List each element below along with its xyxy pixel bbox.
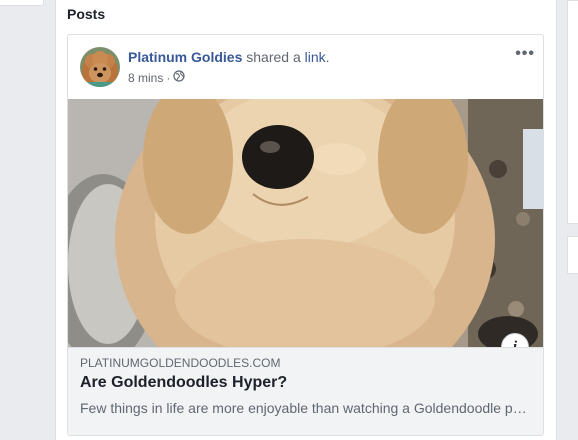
right-column-card: [567, 0, 578, 224]
left-column-card: [0, 0, 44, 6]
section-title: Posts: [67, 6, 106, 22]
puppy-photo: [68, 99, 543, 347]
link-description: Few things in life are more enjoyable th…: [80, 400, 530, 416]
action-text: shared a: [246, 49, 301, 65]
link-preview-footer[interactable]: PLATINUMGOLDENDOODLES.COM Are Goldendood…: [68, 347, 543, 435]
meta-separator: ·: [166, 70, 171, 85]
more-options-icon[interactable]: •••: [515, 45, 535, 63]
post-card: Platinum Goldies shared a link. 8 mins ·…: [67, 34, 544, 436]
globe-icon[interactable]: [173, 70, 185, 85]
right-column-card-lower: [567, 236, 578, 274]
timestamp[interactable]: 8 mins: [128, 71, 163, 85]
action-period: .: [325, 49, 330, 65]
avatar[interactable]: [80, 47, 120, 87]
post-header: Platinum Goldies shared a link.: [128, 49, 330, 65]
link-domain: PLATINUMGOLDENDOODLES.COM: [80, 356, 281, 370]
author-name[interactable]: Platinum Goldies: [128, 49, 242, 65]
link-title[interactable]: Are Goldendoodles Hyper?: [80, 374, 287, 392]
post-meta: 8 mins ·: [128, 70, 185, 85]
link-preview-image[interactable]: [68, 99, 543, 347]
action-link[interactable]: link: [305, 49, 326, 65]
avatar-image: [80, 47, 120, 87]
